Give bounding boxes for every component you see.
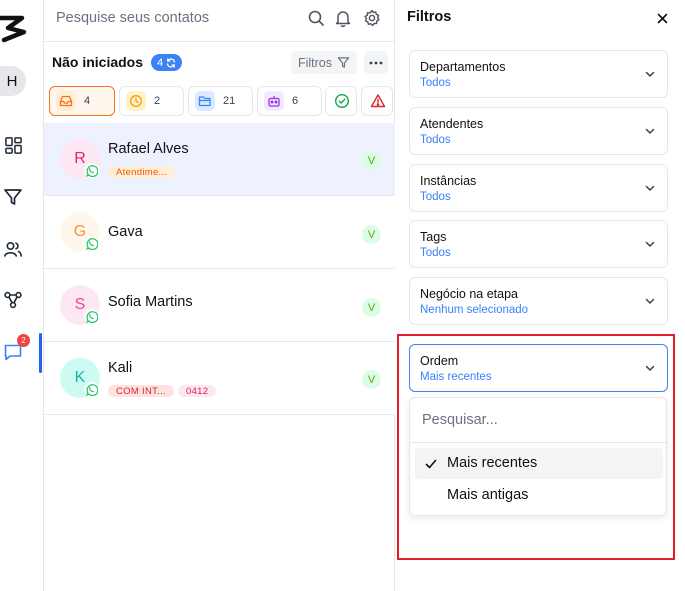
tab-folder[interactable]: 21 <box>188 86 253 116</box>
filter-value: Todos <box>420 134 451 146</box>
chevron-down-icon <box>645 298 655 304</box>
bell-icon[interactable] <box>334 9 352 28</box>
filter-label: Departamentos <box>420 60 506 74</box>
tab-alerts[interactable] <box>361 86 393 116</box>
filter-value: Todos <box>420 247 451 259</box>
contact-tags: Atendime... <box>108 166 176 178</box>
contact-item[interactable]: G Gava V <box>44 196 395 269</box>
tab-waiting[interactable]: 2 <box>119 86 184 116</box>
tab-resolved[interactable] <box>325 86 357 116</box>
integrations-icon[interactable] <box>0 287 26 313</box>
funnel-icon <box>337 57 350 68</box>
filter-atendentes[interactable]: Atendentes Todos <box>409 107 668 155</box>
contact-name: Rafael Alves <box>108 141 189 157</box>
tab-bot-count: 6 <box>292 95 299 107</box>
contact-item[interactable]: K Kali COM INT... 0412 V <box>44 342 395 415</box>
whatsapp-icon <box>84 163 99 178</box>
status-badge: V <box>362 298 381 317</box>
chevron-down-icon <box>645 185 655 191</box>
ellipsis-icon <box>369 61 383 64</box>
status-badge: V <box>362 225 381 244</box>
section-count-badge[interactable]: 4 <box>151 54 183 71</box>
chat-unread-badge: 2 <box>17 334 30 347</box>
bot-icon <box>264 91 284 111</box>
funnel-icon[interactable] <box>0 184 26 210</box>
filter-tags[interactable]: Tags Todos <box>409 220 668 268</box>
filter-value: Todos <box>420 77 451 89</box>
search-icon[interactable] <box>307 9 325 27</box>
whatsapp-icon <box>84 236 99 251</box>
active-nav-indicator <box>39 333 42 373</box>
contact-name: Kali <box>108 360 133 376</box>
tab-inbox[interactable]: 4 <box>49 86 115 116</box>
contact-tag: 0412 <box>177 385 217 397</box>
filters-button-label: Filtros <box>297 55 333 70</box>
filter-label: Negócio na etapa <box>420 287 518 301</box>
filter-label: Tags <box>420 230 447 244</box>
chevron-down-icon <box>645 128 655 134</box>
refresh-icon[interactable] <box>166 57 176 68</box>
app-window: H 2 Pesquise seus contatos Não iniciados… <box>0 0 685 591</box>
filter-label: Atendentes <box>420 117 484 131</box>
contact-name: Sofia Martins <box>108 294 193 310</box>
contact-list: R Rafael Alves Atendime... V G Gava V S … <box>44 123 395 415</box>
tab-waiting-count: 2 <box>154 95 161 107</box>
contacts-search-bar[interactable]: Pesquise seus contatos <box>44 0 395 42</box>
tab-bot[interactable]: 6 <box>257 86 322 116</box>
contacts-icon[interactable] <box>0 236 26 262</box>
dashboard-icon[interactable] <box>0 132 26 158</box>
filter-value: Todos <box>420 191 451 203</box>
chevron-down-icon <box>645 71 655 77</box>
contact-item[interactable]: R Rafael Alves Atendime... V <box>44 123 395 196</box>
brand-logo-icon[interactable] <box>0 12 28 44</box>
status-badge: V <box>362 370 381 389</box>
filters-title: Filtros <box>407 9 452 25</box>
user-avatar[interactable]: H <box>0 66 26 96</box>
inbox-icon <box>56 91 76 111</box>
whatsapp-icon <box>84 309 99 324</box>
contact-tag: Atendime... <box>108 166 176 178</box>
left-nav-rail: H 2 <box>0 0 44 591</box>
status-badge: V <box>362 151 381 170</box>
annotation-highlight-box <box>397 334 675 560</box>
check-circle-icon <box>332 91 352 111</box>
close-icon[interactable] <box>653 9 671 27</box>
chevron-down-icon <box>645 241 655 247</box>
section-count: 4 <box>157 56 164 69</box>
filter-label: Instâncias <box>420 174 477 188</box>
contacts-panel: Pesquise seus contatos Não iniciados 4 F… <box>44 0 395 591</box>
filters-panel: Filtros Departamentos Todos Atendentes T… <box>395 0 685 591</box>
folder-icon <box>195 91 215 111</box>
warning-icon <box>368 91 388 111</box>
whatsapp-icon <box>84 382 99 397</box>
contact-name: Gava <box>108 224 143 240</box>
contact-item[interactable]: S Sofia Martins V <box>44 269 395 342</box>
contact-tag: COM INT... <box>108 385 174 397</box>
contacts-search-input[interactable]: Pesquise seus contatos <box>56 10 209 26</box>
filter-departamentos[interactable]: Departamentos Todos <box>409 50 668 98</box>
filter-instancias[interactable]: Instâncias Todos <box>409 164 668 212</box>
section-title: Não iniciados <box>52 54 144 70</box>
contact-tags: COM INT... 0412 <box>108 385 217 397</box>
filter-value: Nenhum selecionado <box>420 304 529 316</box>
clock-icon <box>126 91 146 111</box>
filters-button[interactable]: Filtros <box>291 51 357 74</box>
filter-negocio-etapa[interactable]: Negócio na etapa Nenhum selecionado <box>409 277 668 325</box>
more-options-button[interactable] <box>364 51 388 74</box>
tab-folder-count: 21 <box>223 95 236 107</box>
tab-inbox-count: 4 <box>84 95 91 107</box>
gear-icon[interactable] <box>363 9 381 27</box>
